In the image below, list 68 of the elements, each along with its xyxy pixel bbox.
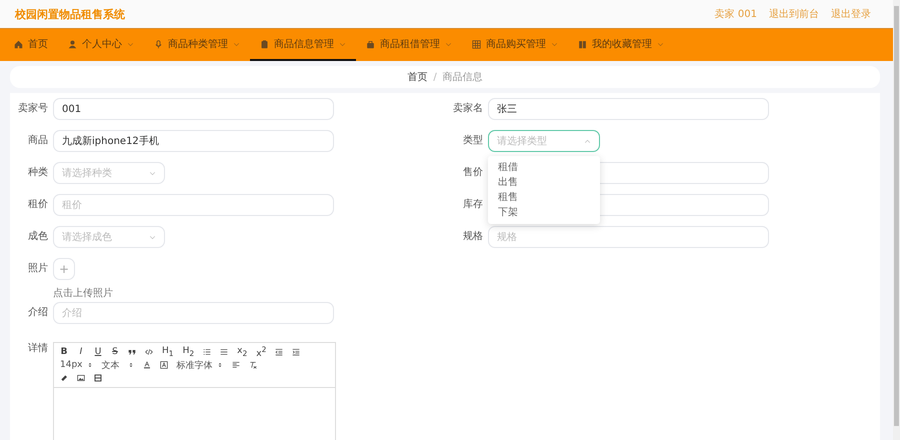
bag-icon [366,40,375,48]
updown-icon [216,362,222,368]
outdent-icon[interactable] [275,348,284,356]
bullet-list-icon[interactable] [220,348,228,356]
dropdown-option[interactable]: 租售 [488,190,600,205]
toolbar-button[interactable]: U [94,346,102,358]
field-label: 介绍 [27,306,49,320]
input-field[interactable]: 001 [53,98,334,120]
grid-icon [472,40,481,48]
field-label: 类型 [462,134,484,148]
toolbar-button[interactable]: B [60,346,68,358]
user-icon [68,40,77,48]
doc-icon [260,40,269,48]
caret-icon [149,234,156,240]
upload-hint: 点击上传照片 [53,286,113,300]
dropdown-option[interactable]: 下架 [488,205,600,220]
toolbar-select[interactable]: 文本 [102,358,134,372]
field-label: 成色 [27,230,49,244]
field-label: 售价 [462,166,484,180]
align-icon[interactable] [232,361,240,369]
dropdown-option[interactable]: 租借 [488,160,600,175]
dropdown-option[interactable]: 出售 [488,175,600,190]
ordered-list-icon[interactable] [203,348,212,356]
nav-item[interactable]: 个人中心 [58,29,144,61]
field-label: 卖家名 [452,102,484,116]
field-label: 详情 [27,342,49,356]
scrollbar-thumb[interactable] [894,6,899,426]
caret-icon [149,170,156,176]
book-icon [578,40,587,48]
updown-icon [86,362,92,368]
indent-icon[interactable] [292,348,300,356]
breadcrumb-separator: / [433,72,437,82]
nav-item[interactable]: 商品信息管理 [250,29,356,61]
home-icon [14,40,23,48]
toolbar-select[interactable]: 14px [60,360,92,370]
field-label: 照片 [27,262,49,276]
nav-item[interactable]: 商品种类管理 [144,29,250,61]
mic-icon [154,40,163,48]
toolbar-button[interactable]: S [111,346,119,358]
quote-icon[interactable] [128,348,136,356]
field-label: 商品 [27,134,49,148]
nav-item[interactable]: 商品购买管理 [462,29,568,61]
field-label: 卖家号 [17,102,49,116]
breadcrumb-item[interactable]: 首页 [407,70,428,84]
toolbar-button[interactable]: H$_{1}$ [162,346,174,358]
toolbar-button[interactable]: x$^{2}$ [256,344,266,360]
nav-item[interactable]: 我的收藏管理 [568,29,674,61]
toolbar-button[interactable]: H$_{2}$ [182,346,194,358]
field-label: 租价 [27,198,49,212]
breadcrumb-item: 商品信息 [442,70,483,84]
field-label: 种类 [27,166,49,180]
caret-icon [584,138,591,144]
font-color-icon[interactable] [142,361,150,369]
nav-item[interactable]: 首页 [4,29,58,61]
toolbar-button[interactable]: x$_{2}$ [237,346,248,358]
toolbar-select[interactable]: 标准字体 [176,358,222,372]
field-label: 规格 [462,230,484,244]
updown-icon [128,362,134,368]
clear-format-icon[interactable] [248,361,256,369]
toolbar-button[interactable]: I [77,346,85,358]
code-icon[interactable] [145,348,153,356]
input-field[interactable]: 张三 [488,98,769,120]
field-label: 库存 [462,198,484,212]
app-title: 校园闲置物品租售系统 [15,6,125,22]
nav-item[interactable]: 商品租借管理 [356,29,462,61]
image-icon[interactable] [77,374,85,382]
input-field[interactable]: 九成新iphone12手机 [53,130,334,152]
highlight-icon[interactable] [160,361,168,369]
